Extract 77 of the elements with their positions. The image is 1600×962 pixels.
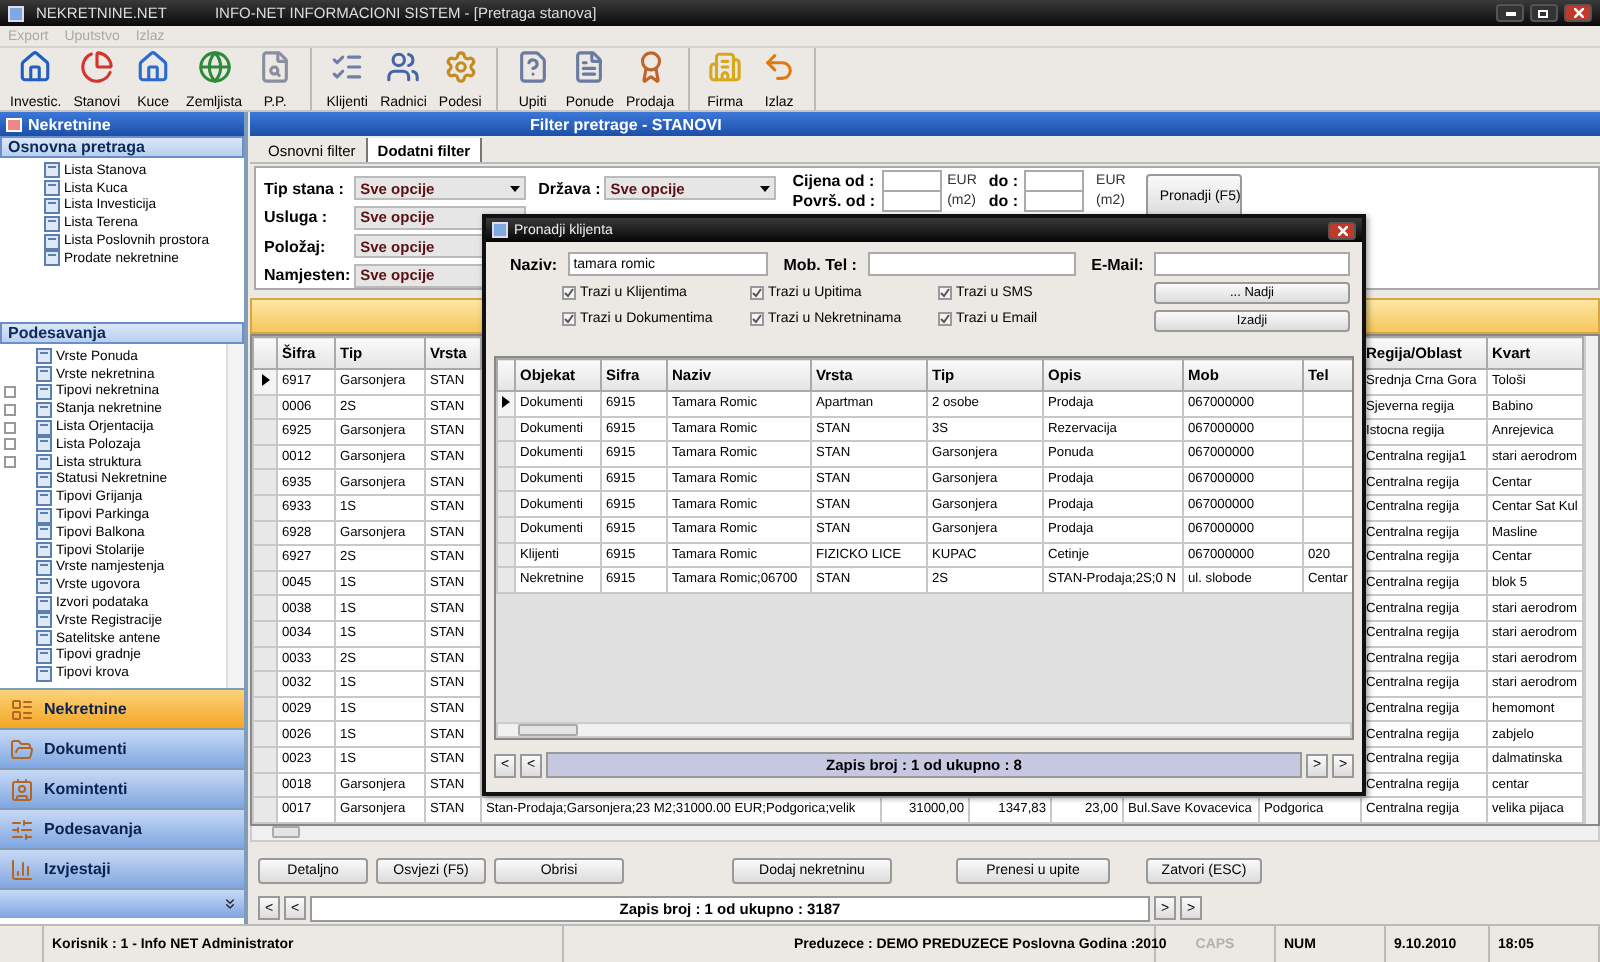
field-label: E-Mail:: [1091, 255, 1146, 273]
globe-icon: [197, 50, 232, 84]
input-field[interactable]: [881, 190, 942, 213]
section-header[interactable]: Osnovna pretraga: [0, 136, 244, 158]
filter-label: do :: [988, 192, 1019, 211]
filter-label: Površ. od :: [792, 192, 876, 211]
nav-button[interactable]: Dokumenti: [0, 728, 244, 768]
input-field[interactable]: [1024, 190, 1085, 213]
input-field[interactable]: [867, 252, 1076, 276]
checkbox[interactable]: [750, 312, 764, 326]
scrollbar[interactable]: [496, 722, 1352, 738]
sliders-icon: [10, 817, 34, 841]
undo-icon: [762, 50, 797, 84]
scrollbar[interactable]: [1584, 336, 1598, 824]
app-icon: [492, 222, 508, 238]
house-icon: [136, 50, 171, 84]
filter-label: Položaj:: [264, 237, 328, 256]
section-header[interactable]: Podesavanja: [0, 322, 244, 344]
sidebar-header: Nekretnine: [0, 112, 244, 136]
input-field[interactable]: [881, 169, 942, 192]
pie-chart-icon: [79, 50, 114, 84]
settings-icon: [443, 50, 478, 84]
expand-icon[interactable]: [4, 403, 16, 416]
checkbox[interactable]: [938, 286, 952, 300]
filter-label: Država :: [538, 179, 601, 198]
nav-button[interactable]: Komintenti: [0, 768, 244, 808]
expand-icon[interactable]: [4, 421, 16, 434]
row-header[interactable]: [497, 391, 515, 417]
document-icon: [572, 50, 607, 84]
close-icon: [1573, 8, 1583, 18]
nav-button[interactable]: Izvjestaji: [0, 848, 244, 888]
corner-cell: [497, 359, 515, 391]
restore-button[interactable]: [1530, 4, 1558, 22]
filter-label: Tip stana :: [264, 179, 346, 198]
users-icon: [386, 50, 421, 84]
grid-icon: [6, 117, 22, 131]
filter-label: Namjesten:: [264, 266, 351, 285]
input-field[interactable]: [1024, 169, 1085, 192]
folder-icon: [10, 737, 34, 761]
building-icon: [708, 50, 743, 84]
checkbox[interactable]: [750, 286, 764, 300]
document-icon: [515, 50, 550, 84]
panel-header: Filter pretrage - STANOVI: [250, 112, 1600, 136]
app-icon: [8, 5, 24, 21]
minimize-button[interactable]: [1496, 4, 1524, 22]
nav-button[interactable]: Nekretnine: [0, 688, 244, 728]
close-button[interactable]: [1328, 221, 1356, 239]
expand-icon[interactable]: [4, 456, 16, 469]
row-pointer-icon: [502, 395, 510, 408]
minimize-icon: [1505, 11, 1515, 15]
filter-label: do :: [988, 171, 1019, 190]
filter-label: Cijena od :: [792, 171, 876, 190]
list-icon: [330, 50, 365, 84]
corner-cell: [253, 337, 277, 369]
row-header[interactable]: [253, 369, 277, 395]
filter-label: Usluga :: [264, 208, 330, 227]
checkbox[interactable]: [562, 312, 576, 326]
file-search-icon: [258, 50, 293, 84]
bar-chart-icon: [10, 857, 34, 881]
caret-icon: [760, 185, 771, 192]
chevrons-icon[interactable]: [222, 896, 238, 912]
list-icon: [10, 697, 34, 721]
contact-card-icon: [10, 777, 34, 801]
close-icon: [1337, 225, 1347, 235]
expand-icon[interactable]: [4, 438, 16, 451]
close-button[interactable]: [1564, 4, 1592, 22]
caret-icon: [510, 185, 521, 192]
checkbox[interactable]: [938, 312, 952, 326]
expand-icon[interactable]: [4, 385, 16, 398]
input-field[interactable]: [1154, 252, 1350, 276]
restore-icon: [1538, 8, 1550, 18]
scrollbar[interactable]: [226, 344, 244, 688]
house-icon: [18, 50, 53, 84]
row-pointer-icon: [261, 373, 269, 386]
nav-button[interactable]: Podesavanja: [0, 808, 244, 848]
checkbox[interactable]: [562, 286, 576, 300]
field-label: Mob. Tel :: [783, 255, 859, 273]
